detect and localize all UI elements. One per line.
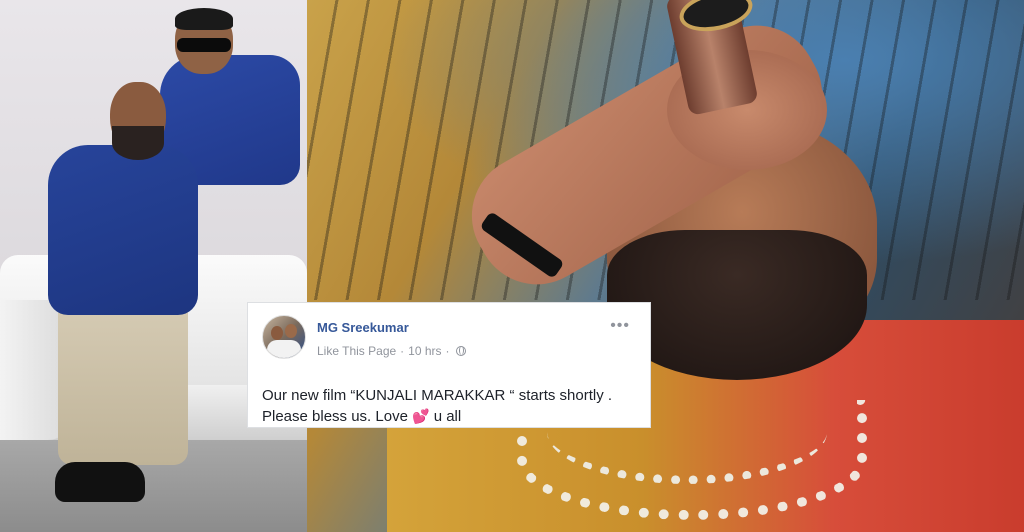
author-avatar[interactable] xyxy=(262,315,306,359)
post-text-line-2-end: u all xyxy=(429,408,462,425)
avatar-face-left xyxy=(271,326,283,340)
post-text: Our new film “KUNJALI MARAKKAR “ starts … xyxy=(262,385,642,427)
avatar-body xyxy=(267,340,301,358)
meta-separator: · xyxy=(445,344,450,358)
person1-shirt xyxy=(48,145,198,315)
person1-pants xyxy=(58,290,188,465)
left-photo xyxy=(0,0,307,532)
avatar-face-right xyxy=(285,324,297,338)
facebook-post-card: MG Sreekumar Like This Page · 10 hrs · •… xyxy=(247,302,651,428)
right-photo xyxy=(307,0,1024,532)
post-text-line-2-start: Please bless us. Love xyxy=(262,408,413,425)
sunglasses xyxy=(177,38,231,52)
post-meta: Like This Page · 10 hrs · xyxy=(317,344,466,358)
like-page-link[interactable]: Like This Page xyxy=(317,344,396,358)
person1-beard xyxy=(112,126,164,160)
more-options-icon[interactable]: ••• xyxy=(610,318,630,334)
post-text-line-1: Our new film “KUNJALI MARAKKAR “ starts … xyxy=(262,387,613,404)
post-text-line-2: Please bless us. Love 💕 u all xyxy=(262,406,642,427)
meta-separator: · xyxy=(400,344,405,358)
person2-hair xyxy=(175,8,233,30)
post-timestamp[interactable]: 10 hrs xyxy=(408,344,441,358)
author-name[interactable]: MG Sreekumar xyxy=(317,320,409,335)
heart-icon: 💕 xyxy=(412,408,430,424)
globe-icon xyxy=(455,346,466,356)
person1-shoes xyxy=(55,462,145,502)
